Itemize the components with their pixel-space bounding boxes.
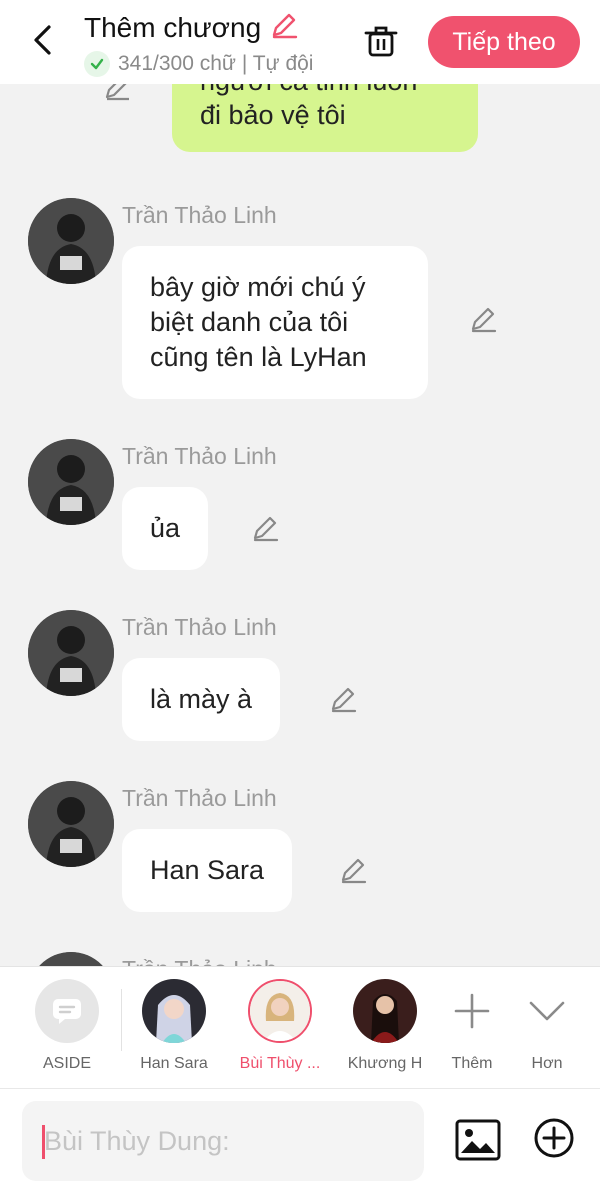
divider <box>121 989 122 1051</box>
edit-icon <box>253 516 279 542</box>
character-label: Khương H <box>347 1055 423 1072</box>
edit-message-button[interactable] <box>468 304 498 334</box>
character-khuong[interactable]: Khương H <box>340 979 430 1073</box>
top-bar: Thêm chương 341/300 chữ | Tự đội Tiếp th… <box>0 0 600 84</box>
text-caret <box>42 1125 45 1159</box>
edit-icon <box>471 307 497 333</box>
message-bubble[interactable]: Han Sara <box>122 829 293 912</box>
avatar[interactable] <box>28 198 114 284</box>
sender-name: Trần Thảo Linh <box>122 956 277 966</box>
add-button[interactable] <box>533 1117 575 1159</box>
avatar[interactable] <box>28 952 114 966</box>
more-characters-button[interactable]: Hơn <box>502 979 592 1073</box>
title-area: Thêm chương 341/300 chữ | Tự đội <box>84 10 313 77</box>
message-text: bây giờ mới chú ý biệt danh của tôi cũng… <box>150 272 367 372</box>
sender-name: Trần Thảo Linh <box>122 614 277 640</box>
message-input[interactable] <box>22 1101 424 1181</box>
edit-message-button[interactable] <box>328 684 358 714</box>
edit-title-icon[interactable] <box>269 10 299 45</box>
edit-icon[interactable] <box>102 84 132 102</box>
avatar <box>353 979 417 1043</box>
message-bubble[interactable]: ủa <box>122 487 209 570</box>
chat-area[interactable]: người cả tỉnh luôn đi bảo vệ tôi Trần Th… <box>0 84 600 966</box>
my-message-bubble[interactable]: người cả tỉnh luôn đi bảo vệ tôi <box>172 84 478 152</box>
sender-name: Trần Thảo Linh <box>122 785 277 811</box>
word-count: 341/300 chữ | Tự đội <box>118 52 314 75</box>
back-button[interactable] <box>24 22 60 58</box>
sender-name: Trần Thảo Linh <box>122 443 277 469</box>
character-bar: ASIDE Han Sara Bùi Thùy ... Khương H Thê… <box>0 966 600 1088</box>
character-label: Bùi Thùy ... <box>239 1055 321 1072</box>
message-text: là mày à <box>150 684 253 714</box>
message-text-partial: người cả tỉnh luôn <box>200 84 450 98</box>
back-arrow-icon <box>34 25 51 55</box>
avatar[interactable] <box>28 610 114 696</box>
plus-icon <box>440 979 504 1043</box>
edit-message-button[interactable] <box>338 855 368 885</box>
character-label: Hơn <box>531 1055 563 1072</box>
character-label: ASIDE <box>42 1055 91 1072</box>
message-bubble[interactable]: bây giờ mới chú ý biệt danh của tôi cũng… <box>122 246 428 399</box>
edit-message-button[interactable] <box>250 513 280 543</box>
character-label: Han Sara <box>140 1055 208 1072</box>
message-text: Han Sara <box>150 855 265 885</box>
message-text: ủa <box>150 513 181 543</box>
message-bubble[interactable]: là mày à <box>122 658 281 741</box>
trash-icon <box>364 26 398 57</box>
page-title: Thêm chương <box>84 11 262 43</box>
message-text: đi bảo vệ tôi <box>200 100 346 130</box>
input-bar <box>0 1088 600 1194</box>
chat-bubble-icon <box>35 979 99 1043</box>
next-button[interactable]: Tiếp theo <box>428 16 580 68</box>
plus-circle-icon <box>534 1118 574 1158</box>
edit-icon <box>341 858 367 884</box>
delete-button[interactable] <box>360 20 402 62</box>
insert-image-button[interactable] <box>455 1119 501 1165</box>
character-aside[interactable]: ASIDE <box>22 979 112 1073</box>
chevron-down-icon <box>515 979 579 1043</box>
avatar[interactable] <box>28 439 114 525</box>
image-icon <box>455 1119 501 1161</box>
character-bui-thuy[interactable]: Bùi Thùy ... <box>235 979 325 1073</box>
avatar[interactable] <box>28 781 114 867</box>
edit-icon <box>331 687 357 713</box>
character-han-sara[interactable]: Han Sara <box>129 979 219 1073</box>
sender-name: Trần Thảo Linh <box>122 202 277 228</box>
avatar <box>142 979 206 1043</box>
avatar <box>248 979 312 1043</box>
check-icon <box>84 51 110 77</box>
